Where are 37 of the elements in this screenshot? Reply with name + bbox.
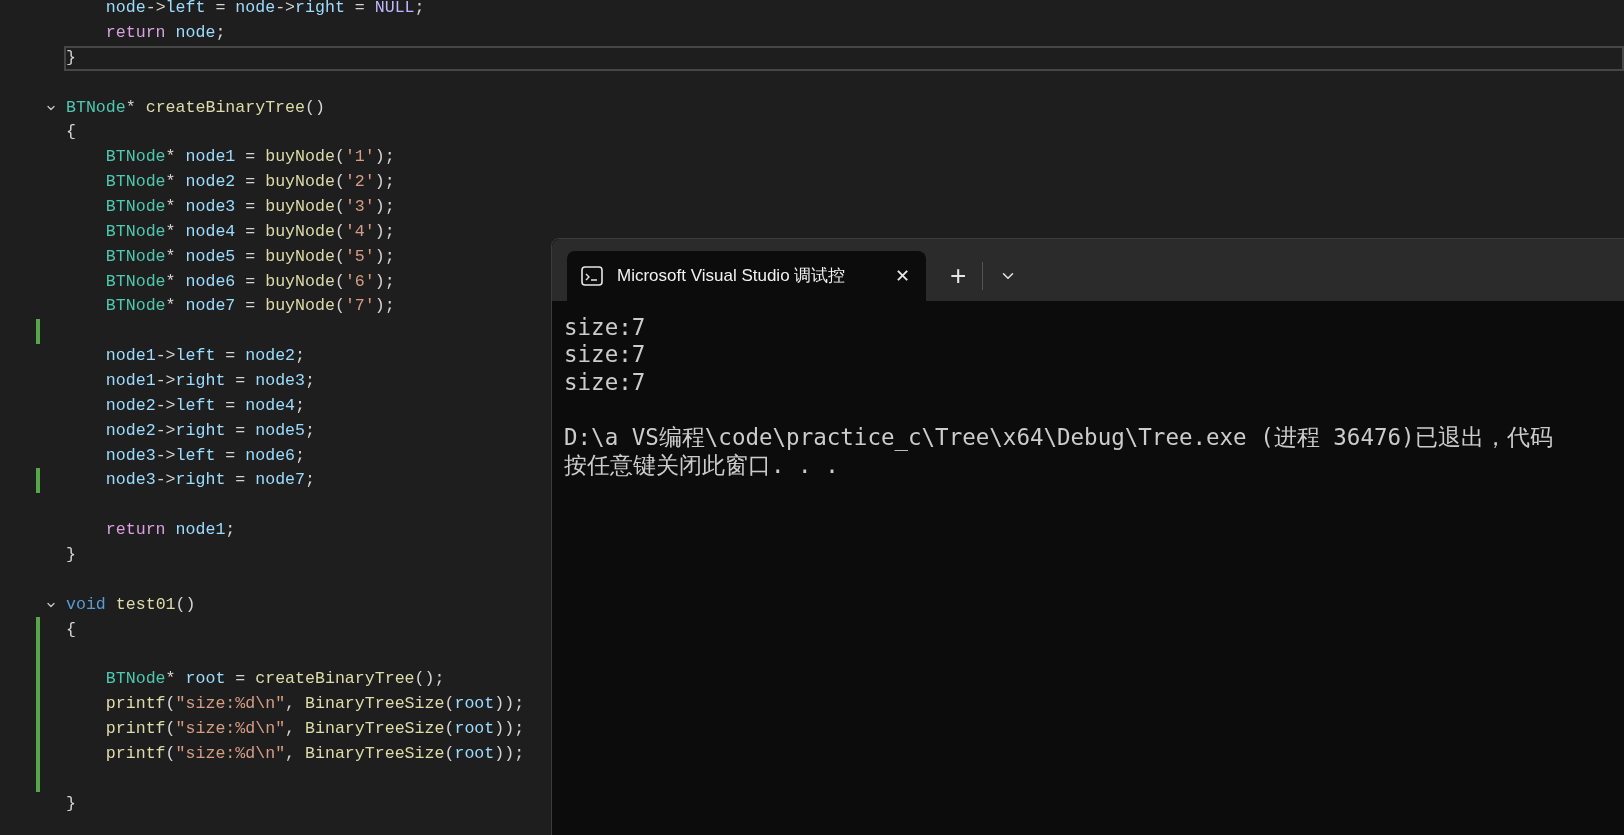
terminal-tab[interactable]: Microsoft Visual Studio 调试控 ✕ — [567, 251, 926, 301]
code-line: } — [66, 49, 76, 67]
console-output-line: size:7 — [564, 343, 646, 366]
code-line: { — [66, 621, 76, 639]
code-line: node3->right = node7; — [104, 472, 315, 490]
code-line: BTNode* node7 = buyNode('7'); — [104, 298, 395, 316]
code-line: { — [66, 124, 76, 141]
terminal-icon — [581, 266, 603, 286]
code-line: node->left = node->right = NULL; — [104, 0, 425, 17]
code-line: printf("size:%d\n", BinaryTreeSize(root)); — [104, 745, 525, 763]
code-line: } — [66, 547, 76, 564]
code-line: void test01() — [66, 596, 196, 614]
tab-title: Microsoft Visual Studio 调试控 — [617, 265, 846, 288]
console-output-line: size:7 — [564, 370, 646, 394]
code-line: return node; — [104, 25, 226, 42]
code-line: BTNode* node6 = buyNode('6'); — [104, 273, 395, 291]
console-output-line: size:7 — [564, 315, 646, 339]
code-line: BTNode* createBinaryTree() — [66, 99, 325, 117]
code-line: node3->left = node6; — [104, 447, 306, 465]
console-output-line: D:\a VS编程\code\practice_c\Tree\x64\Debug\Tree.exe (进程 36476)已退出，代码 — [564, 426, 1553, 449]
code-line: BTNode* node3 = buyNode('3'); — [104, 199, 395, 216]
code-line: BTNode* node1 = buyNode('1'); — [104, 149, 395, 166]
new-tab-button[interactable]: + — [944, 262, 973, 290]
code-line: node2->right = node5; — [104, 422, 315, 440]
code-line: printf("size:%d\n", BinaryTreeSize(root)); — [104, 721, 525, 738]
tab-close-button[interactable]: ✕ — [891, 267, 914, 285]
code-line: BTNode* root = createBinaryTree(); — [104, 671, 445, 688]
code-line: BTNode* node4 = buyNode('4'); — [104, 223, 395, 241]
code-line: BTNode* node5 = buyNode('5'); — [104, 248, 395, 266]
code-line: } — [66, 795, 76, 813]
code-line: BTNode* node2 = buyNode('2'); — [104, 174, 395, 191]
code-line: node2->left = node4; — [104, 397, 306, 415]
code-line: printf("size:%d\n", BinaryTreeSize(root)); — [104, 696, 525, 713]
code-line: return node1; — [104, 522, 236, 539]
code-line: node1->right = node3; — [104, 373, 315, 390]
code-line: node1->left = node2; — [104, 348, 306, 365]
console-output-line: 按任意键关闭此窗口. . . — [564, 454, 839, 477]
